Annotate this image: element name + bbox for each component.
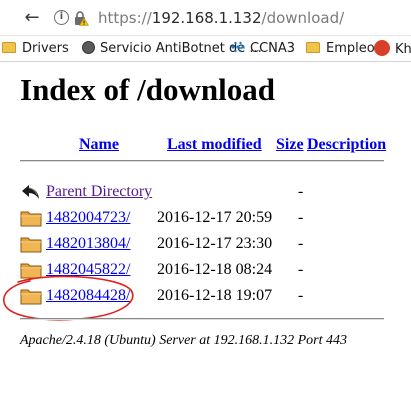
table-row: 1482004723/ 2016-12-17 20:59 - [20, 207, 390, 229]
last-modified: 2016-12-17 20:59 [157, 209, 273, 226]
bookmark-label: CCNA3 [250, 41, 296, 56]
dots-icon [231, 41, 245, 53]
bookmark-ccna3[interactable]: CCNA3 [230, 40, 295, 58]
address-bar: ← i https://192.168.1.132/download/ [0, 0, 411, 36]
bookmark-drivers[interactable]: Drivers [2, 40, 69, 58]
directory-link[interactable]: 1482004723/ [46, 207, 130, 229]
bookmark-label: Drivers [22, 41, 69, 56]
last-modified: 2016-12-17 23:30 [157, 235, 273, 252]
table-row: 1482084428/ 2016-12-18 19:07 - [20, 285, 390, 307]
url-path: /download/ [261, 9, 345, 27]
sort-by-last-modified-link[interactable]: Last modified [167, 135, 262, 155]
directory-link[interactable]: 1482013804/ [46, 233, 130, 255]
page-title: Index of /download [20, 72, 275, 107]
entry-size: - [298, 235, 304, 252]
last-modified: 2016-12-18 08:24 [157, 261, 273, 278]
server-signature: Apache/2.4.18 (Ubuntu) Server at 192.168… [20, 333, 348, 348]
back-arrow-icon[interactable]: ← [22, 8, 42, 28]
site-identity-button[interactable]: i [54, 10, 92, 26]
folder-icon [20, 237, 42, 253]
back-arrow-icon [22, 185, 39, 199]
warning-lock-icon [75, 11, 89, 26]
directory-link[interactable]: 1482045822/ [46, 259, 130, 281]
parent-directory-link[interactable]: Parent Directory [46, 181, 152, 203]
url-scheme: https:// [98, 9, 152, 27]
info-icon: i [54, 10, 69, 25]
directory-link[interactable]: 1482084428/ [46, 285, 130, 307]
bookmark-empleo[interactable]: Empleo [306, 40, 375, 58]
folder-icon [20, 289, 42, 305]
folder-icon [2, 42, 16, 53]
entry-size: - [298, 287, 304, 304]
folder-icon [20, 211, 42, 227]
sort-by-description-link[interactable]: Description [307, 135, 386, 155]
monster-icon [374, 40, 390, 56]
bookmark-kha[interactable]: Kha [374, 40, 411, 58]
header-divider [20, 160, 384, 162]
bookmarks-toolbar: Drivers Servicio AntiBotnet de ... CCNA3… [0, 36, 411, 62]
table-row: 1482013804/ 2016-12-17 23:30 - [20, 233, 390, 255]
entry-size: - [298, 261, 304, 278]
entry-size: - [298, 209, 304, 226]
bookmark-label: Kha [395, 42, 411, 57]
footer-divider [20, 318, 384, 320]
last-modified: 2016-12-18 19:07 [157, 287, 273, 304]
table-row: 1482045822/ 2016-12-18 08:24 - [20, 259, 390, 281]
url-host: 192.168.1.132 [151, 9, 262, 27]
sort-by-size-link[interactable]: Size [276, 135, 304, 155]
url-field[interactable]: https://192.168.1.132/download/ [98, 8, 344, 28]
folder-icon [306, 42, 320, 53]
sort-by-name-link[interactable]: Name [79, 135, 119, 155]
bookmark-label: Empleo [326, 41, 375, 56]
parent-directory-row: Parent Directory - [20, 181, 390, 203]
globe-icon [82, 41, 95, 54]
parent-size: - [298, 183, 304, 200]
folder-icon [20, 263, 42, 279]
